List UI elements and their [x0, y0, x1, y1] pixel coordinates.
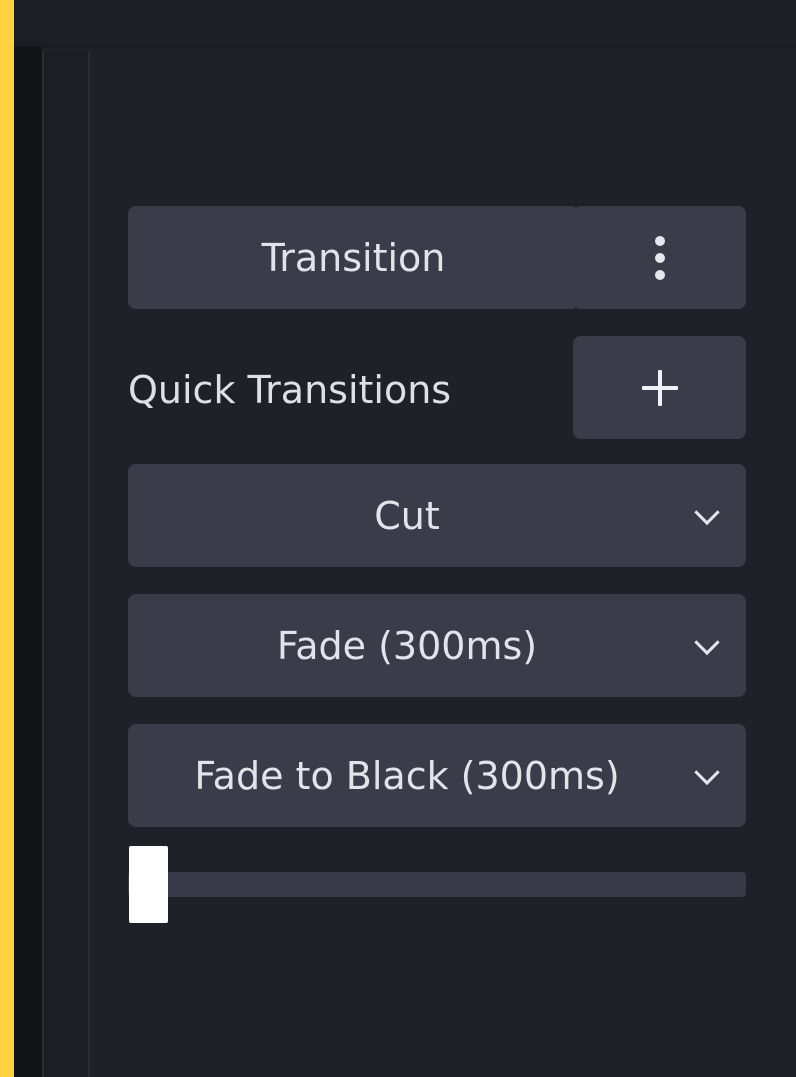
- transition-select-fade-to-black[interactable]: Fade to Black (300ms): [128, 724, 746, 827]
- transition-select-fade[interactable]: Fade (300ms): [128, 594, 746, 697]
- transition-select-label: Cut: [374, 493, 440, 538]
- transition-slider-thumb[interactable]: [129, 846, 168, 923]
- top-strip: [14, 0, 796, 47]
- quick-transitions-label: Quick Transitions: [128, 368, 452, 412]
- chevron-down-icon: [694, 499, 720, 525]
- transition-select-label: Fade (300ms): [276, 623, 538, 668]
- chevron-down-icon: [694, 759, 720, 785]
- chevron-down-icon: [694, 629, 720, 655]
- transition-menu-button[interactable]: [573, 206, 746, 309]
- left-rail: [42, 52, 90, 1077]
- plus-icon: [641, 369, 678, 406]
- left-edge: [14, 47, 42, 1077]
- more-vertical-icon: [654, 235, 665, 280]
- transition-select-cut[interactable]: Cut: [128, 464, 746, 567]
- transition-select-label: Fade to Black (300ms): [194, 753, 620, 798]
- transition-button[interactable]: Transition: [128, 206, 579, 309]
- transition-slider-track[interactable]: [128, 872, 746, 897]
- app-window: Transition Quick Transitions Cut Fade (3…: [14, 0, 796, 1077]
- transition-button-label: Transition: [261, 235, 446, 280]
- add-quick-transition-button[interactable]: [573, 336, 746, 439]
